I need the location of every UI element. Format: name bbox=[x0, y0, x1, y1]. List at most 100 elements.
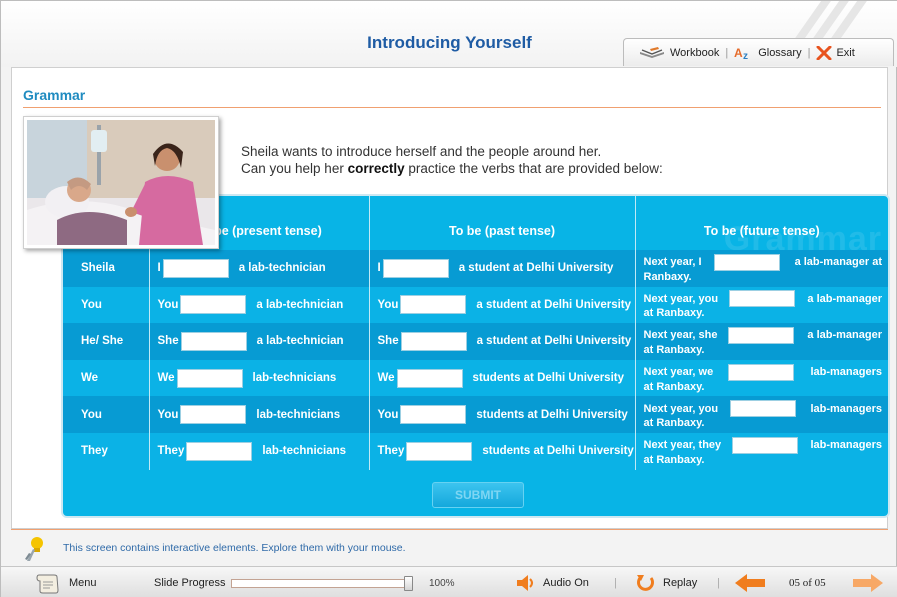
future-line-1: Next year, you a lab-manager bbox=[643, 290, 882, 308]
menu-button[interactable]: Menu bbox=[35, 567, 97, 597]
future-sentence: Next year, they lab-managers at Ranbaxy. bbox=[643, 436, 882, 466]
notice-bar: This screen contains interactive element… bbox=[23, 534, 406, 562]
future-line-2: at Ranbaxy. bbox=[643, 453, 705, 466]
progress-slider[interactable] bbox=[404, 575, 413, 591]
future-answer-input[interactable] bbox=[728, 326, 795, 344]
future-line-1: Next year, she a lab-manager bbox=[644, 326, 882, 344]
past-sentence: We students at Delhi University bbox=[377, 368, 635, 388]
replay-label: Replay bbox=[663, 577, 698, 589]
page-indicator: 05 of 05 bbox=[789, 577, 826, 589]
workbook-label: Workbook bbox=[670, 46, 720, 59]
section-title: Grammar bbox=[23, 87, 86, 103]
subject-cell: You bbox=[63, 396, 149, 433]
glossary-icon: A z bbox=[734, 46, 754, 60]
svg-text:A: A bbox=[734, 46, 743, 60]
present-sentence: We lab-technicians bbox=[157, 368, 369, 388]
future-pronoun: Next year, you bbox=[643, 402, 719, 415]
instruction-emphasis: correctly bbox=[347, 161, 405, 176]
future-answer-input[interactable] bbox=[727, 363, 794, 381]
past-cell: We students at Delhi University bbox=[368, 359, 635, 397]
past-answer-input[interactable] bbox=[400, 331, 467, 351]
submit-button[interactable]: SUBMIT bbox=[432, 482, 524, 508]
present-answer-input[interactable] bbox=[180, 331, 247, 351]
future-pronoun: Next year, I bbox=[643, 256, 702, 269]
future-cell: Next year, I a lab-manager at Ranbaxy. bbox=[634, 250, 888, 287]
future-answer-input[interactable] bbox=[730, 400, 797, 418]
present-answer-input[interactable] bbox=[186, 441, 253, 461]
past-answer-input[interactable] bbox=[400, 405, 467, 425]
future-complement: a lab-manager bbox=[807, 329, 882, 342]
past-answer-input[interactable] bbox=[382, 258, 449, 278]
back-button[interactable] bbox=[733, 567, 767, 597]
past-pronoun: I bbox=[377, 262, 381, 275]
past-sentence: She a student at Delhi University bbox=[377, 331, 635, 351]
future-cell: Next year, they lab-managers at Ranbaxy. bbox=[634, 432, 888, 470]
future-sentence: Next year, she a lab-manager at Ranbaxy. bbox=[643, 326, 882, 356]
future-sentence: Next year, I a lab-manager at Ranbaxy. bbox=[643, 253, 883, 283]
future-line-1: Next year, they lab-managers bbox=[644, 436, 882, 454]
present-answer-input[interactable] bbox=[162, 258, 229, 278]
present-complement: lab-technicians bbox=[262, 445, 347, 458]
footer-separator: | bbox=[614, 577, 617, 589]
past-complement: students at Delhi University bbox=[472, 372, 625, 385]
table-row: We We lab-technicians We students at Delhi U… bbox=[63, 359, 888, 397]
nurse-patient-photo bbox=[23, 116, 219, 249]
future-complement: lab-managers bbox=[810, 439, 882, 452]
audio-label: Audio On bbox=[543, 577, 589, 589]
present-answer-input[interactable] bbox=[180, 405, 247, 425]
past-sentence: Ia student at Delhi University bbox=[377, 258, 635, 278]
present-answer-input[interactable] bbox=[180, 295, 247, 315]
present-pronoun: She bbox=[157, 335, 179, 348]
future-pronoun: Next year, you bbox=[643, 292, 719, 305]
next-button[interactable] bbox=[851, 567, 885, 597]
past-sentence: You students at Delhi University bbox=[377, 405, 635, 425]
instruction-line-2: Can you help her correctly practice the … bbox=[241, 160, 663, 177]
present-answer-input[interactable] bbox=[176, 368, 243, 388]
replay-button[interactable]: Replay bbox=[635, 567, 697, 597]
subject-cell: We bbox=[63, 359, 149, 397]
future-complement: lab-managers bbox=[810, 366, 882, 379]
past-pronoun: She bbox=[377, 335, 399, 348]
present-complement: a lab-technician bbox=[256, 335, 344, 348]
past-cell: She a student at Delhi University bbox=[368, 323, 635, 360]
back-arrow-icon bbox=[733, 572, 767, 594]
audio-toggle-button[interactable]: Audio On bbox=[515, 567, 589, 597]
past-pronoun: They bbox=[377, 445, 405, 458]
slide-progress-label: Slide Progress bbox=[154, 577, 226, 589]
past-answer-input[interactable] bbox=[396, 368, 463, 388]
subject-cell: He/ She bbox=[63, 323, 149, 360]
hint-icon bbox=[23, 535, 49, 561]
future-line-2: at Ranbaxy. bbox=[643, 343, 705, 356]
past-answer-input[interactable] bbox=[406, 441, 473, 461]
future-cell: Next year, you lab-managers at Ranbaxy. bbox=[634, 396, 888, 433]
present-cell: You lab-technicians bbox=[148, 396, 369, 433]
glossary-button[interactable]: A z Glossary bbox=[734, 46, 801, 60]
present-sentence: You a lab-technician bbox=[158, 295, 369, 315]
present-complement: lab-technicians bbox=[256, 408, 341, 421]
present-pronoun: We bbox=[157, 372, 175, 385]
future-cell: Next year, she a lab-manager at Ranbaxy. bbox=[634, 323, 888, 360]
top-toolbar: Workbook | A z Glossary | Exit bbox=[623, 38, 894, 66]
progress-percent: 100% bbox=[429, 577, 455, 589]
present-cell: Ia lab-technician bbox=[148, 250, 369, 287]
future-answer-input[interactable] bbox=[731, 436, 798, 454]
replay-icon bbox=[635, 573, 657, 593]
present-sentence: They lab-technicians bbox=[158, 441, 369, 461]
past-pronoun: You bbox=[377, 408, 399, 421]
future-answer-input[interactable] bbox=[714, 253, 781, 271]
present-pronoun: You bbox=[157, 408, 179, 421]
present-complement: a lab-technician bbox=[256, 298, 344, 311]
past-sentence: You a student at Delhi University bbox=[378, 295, 635, 315]
past-complement: a student at Delhi University bbox=[458, 262, 614, 275]
past-complement: a student at Delhi University bbox=[476, 335, 632, 348]
svg-text:z: z bbox=[743, 51, 748, 60]
present-pronoun: I bbox=[157, 262, 161, 275]
workbook-button[interactable]: Workbook bbox=[638, 46, 719, 60]
future-answer-input[interactable] bbox=[728, 290, 795, 308]
past-complement: students at Delhi University bbox=[482, 445, 634, 458]
instruction-line-2-pre: Can you help her bbox=[241, 161, 348, 176]
past-pronoun: We bbox=[377, 372, 395, 385]
past-answer-input[interactable] bbox=[400, 295, 467, 315]
future-sentence: Next year, we lab-managers at Ranbaxy. bbox=[644, 363, 882, 393]
exit-button[interactable]: Exit bbox=[816, 45, 855, 60]
